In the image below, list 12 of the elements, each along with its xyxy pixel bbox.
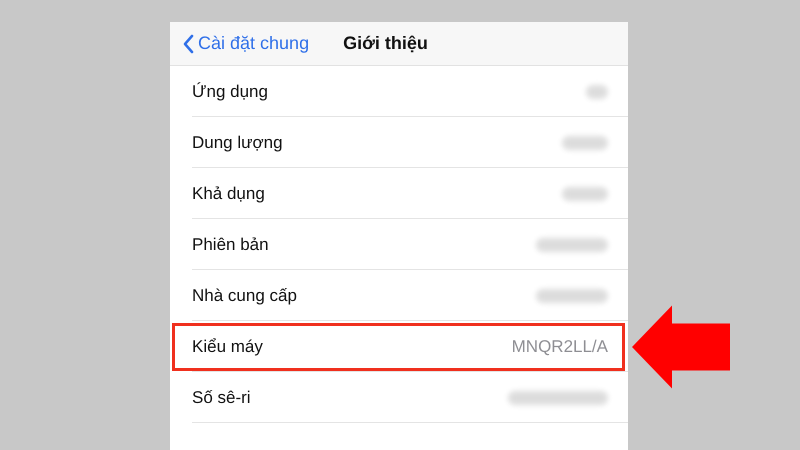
back-chevron-icon — [182, 34, 194, 54]
row-value: MNQR2LL/A — [512, 336, 608, 356]
row-label: Phiên bản — [192, 234, 269, 254]
row-label: Nhà cung cấp — [192, 286, 297, 306]
row-label: Khả dụng — [192, 184, 265, 204]
row-label: Dung lượng — [192, 132, 283, 152]
screen-title: Giới thiệu — [343, 33, 428, 54]
row-label: Ứng dụng — [192, 82, 268, 102]
back-link[interactable]: Cài đặt chung — [182, 33, 310, 54]
row-label: Số sê-ri — [192, 388, 251, 408]
row-label: Kiểu máy — [192, 336, 263, 356]
arrow-icon — [632, 305, 730, 388]
